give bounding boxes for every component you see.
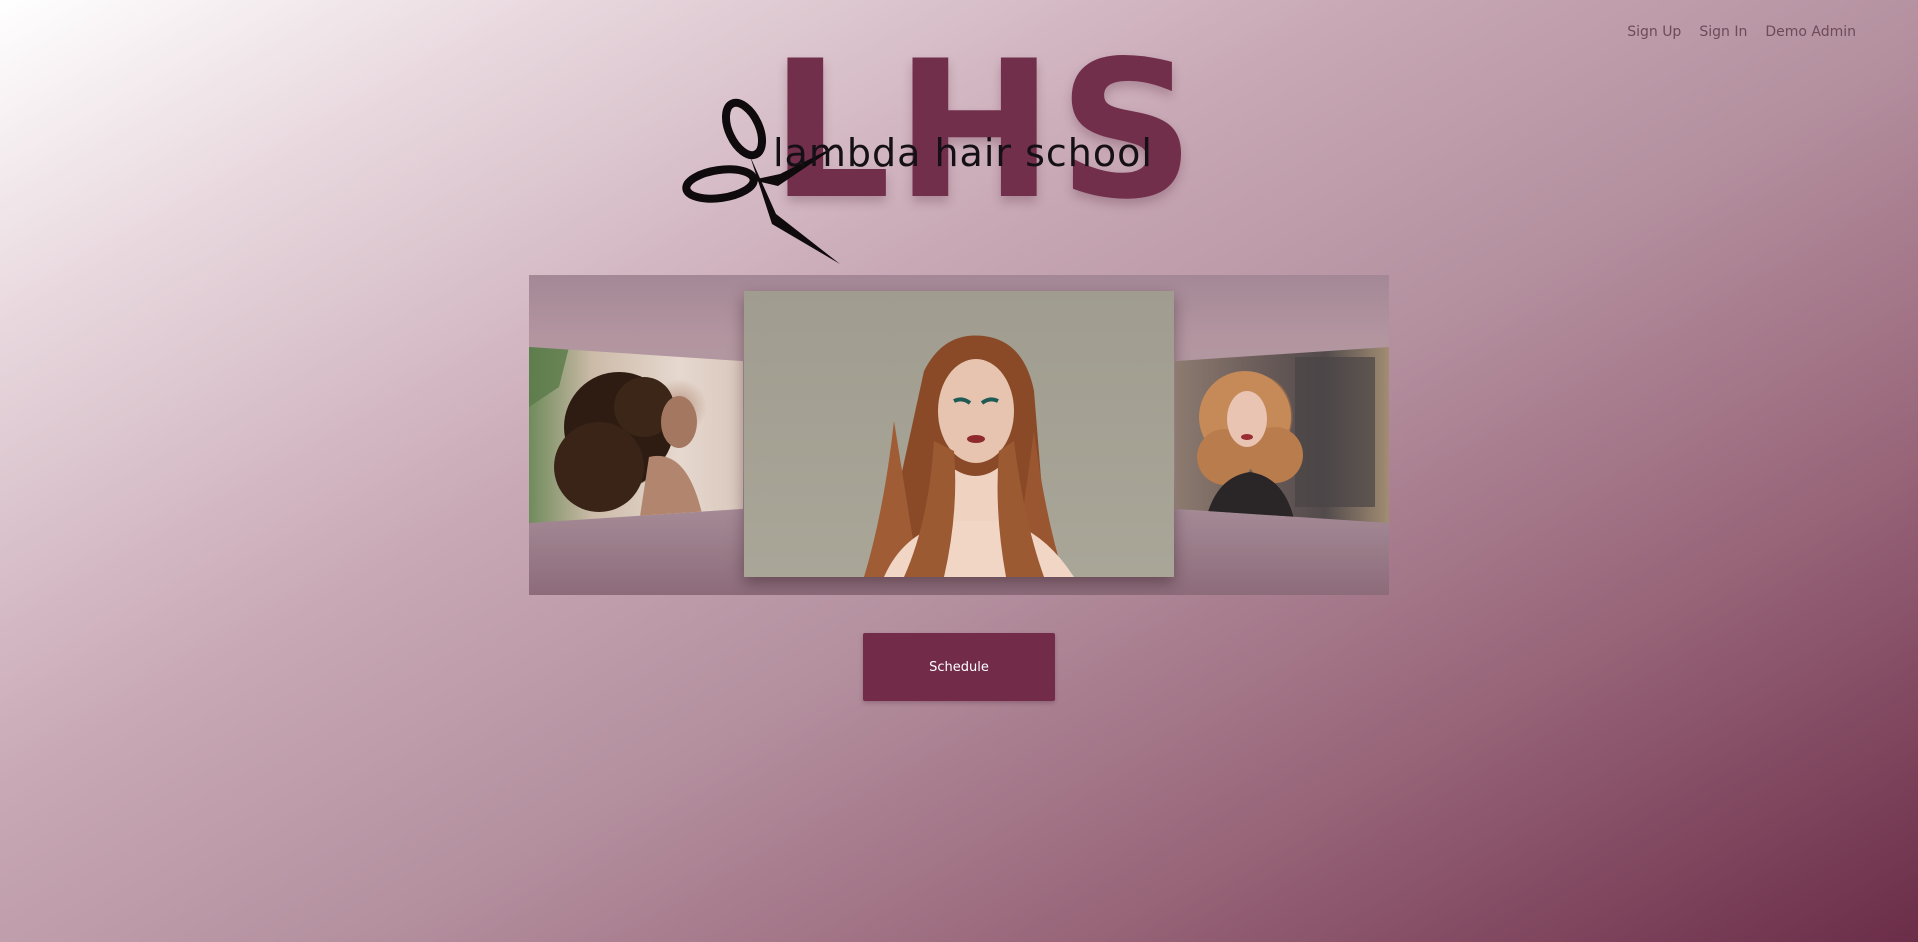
carousel-slide-center[interactable] xyxy=(744,291,1174,577)
sign-in-link[interactable]: Sign In xyxy=(1699,24,1747,40)
curly-hair-woman-image xyxy=(529,347,704,523)
schedule-button[interactable]: Schedule xyxy=(863,633,1055,701)
logo-tagline: lambda hair school xyxy=(773,131,1153,175)
auburn-straight-hair-woman-image xyxy=(864,335,1074,577)
carousel-slide-left[interactable] xyxy=(529,347,743,523)
top-nav: Sign Up Sign In Demo Admin xyxy=(1627,24,1856,40)
sign-up-link[interactable]: Sign Up xyxy=(1627,24,1681,40)
carousel-slide-right[interactable] xyxy=(1175,347,1389,523)
site-logo: LHS lambda hair school xyxy=(680,36,1195,274)
image-carousel[interactable] xyxy=(529,275,1389,595)
demo-admin-link[interactable]: Demo Admin xyxy=(1765,24,1856,40)
blonde-wavy-hair-woman-image xyxy=(1197,357,1375,523)
